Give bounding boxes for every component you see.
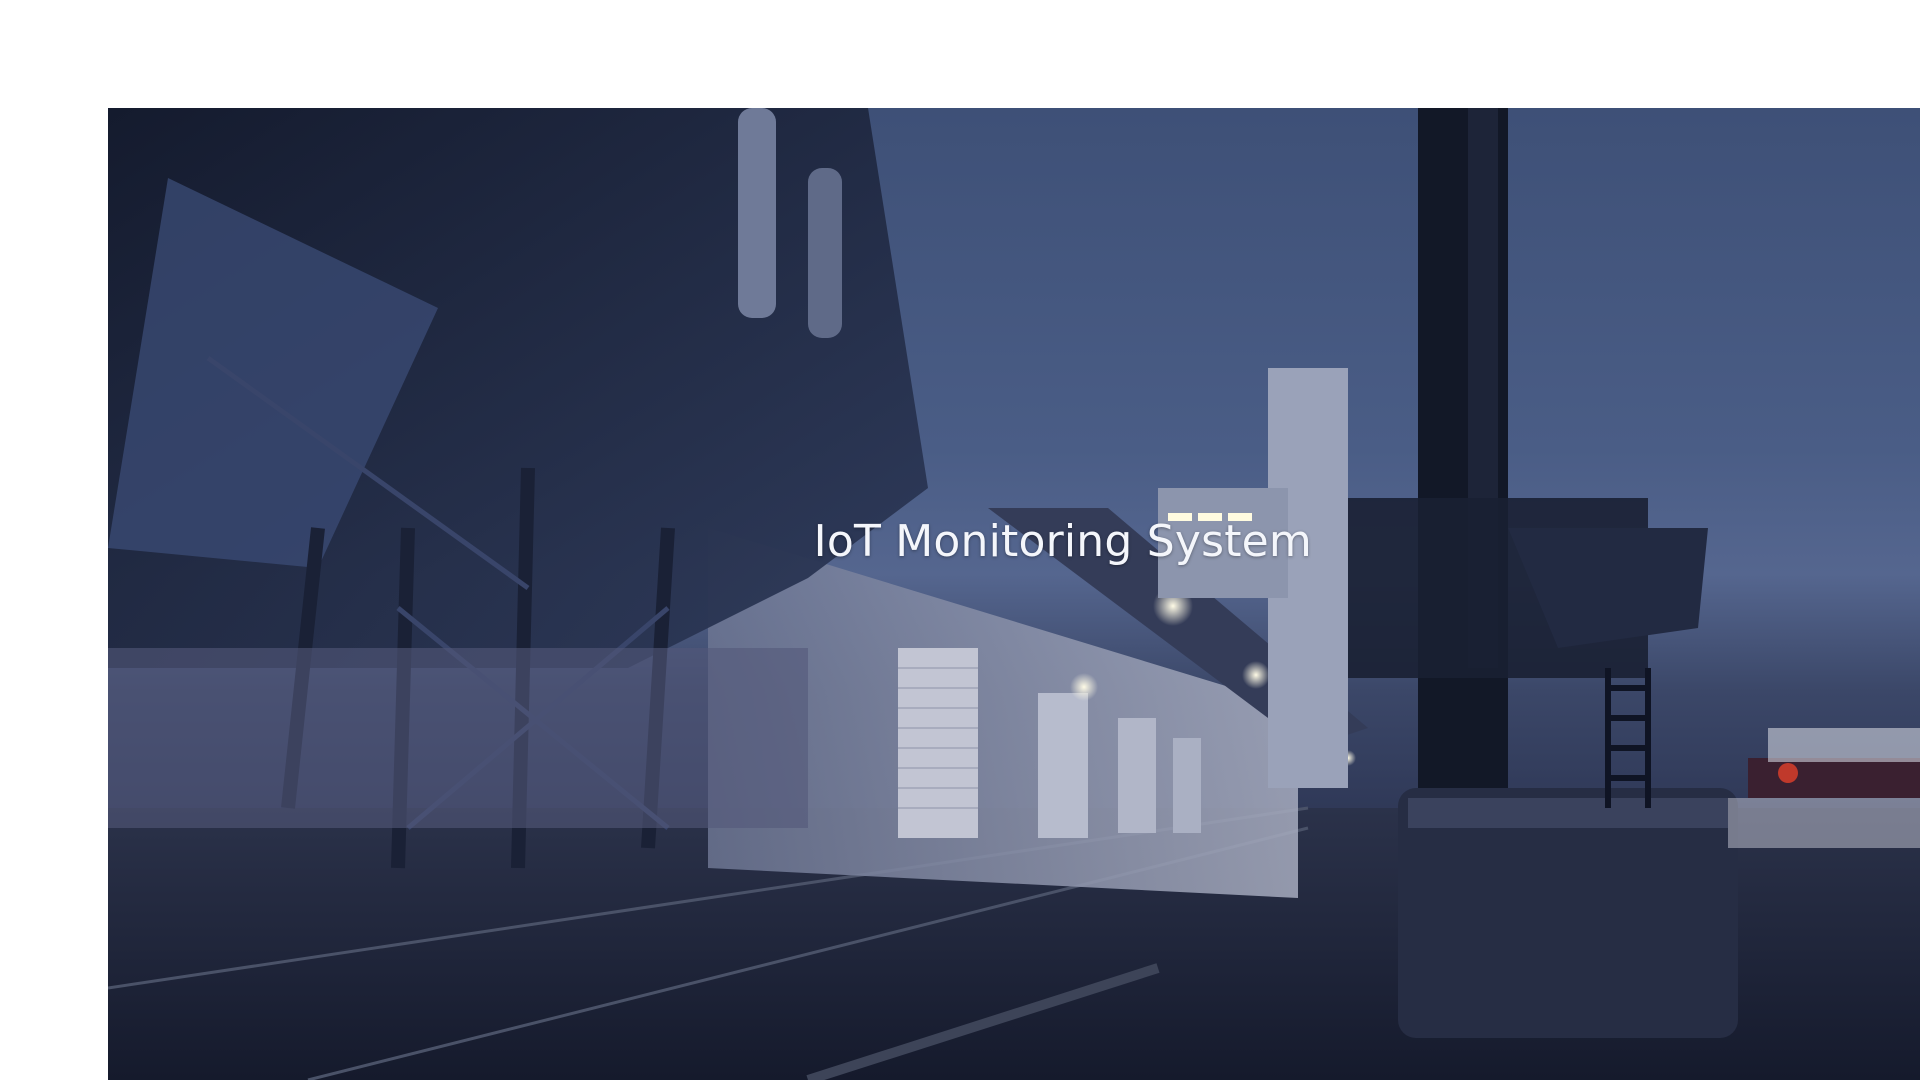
page: IoT Monitoring System <box>0 0 1920 1080</box>
industrial-dock-night-photo <box>108 108 1920 1080</box>
hero-title: IoT Monitoring System <box>813 516 1312 567</box>
hero-banner: IoT Monitoring System <box>108 108 1920 1080</box>
